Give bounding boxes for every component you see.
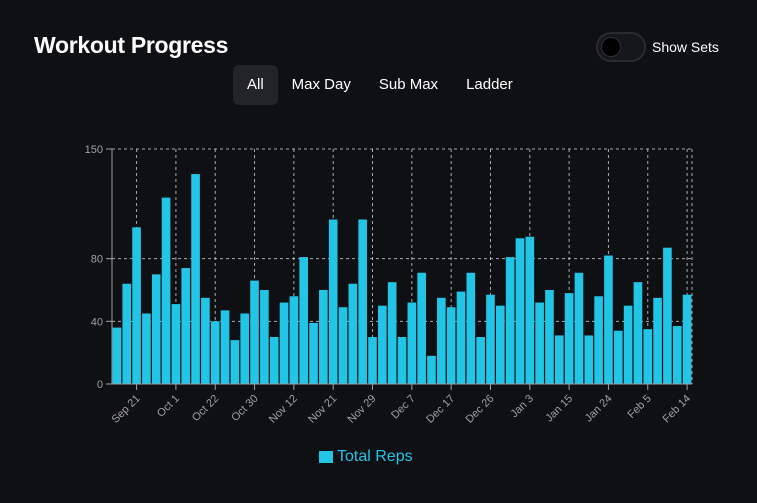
- x-tick-label: Jan 15: [543, 393, 575, 425]
- bar: [486, 294, 495, 384]
- bar: [505, 257, 515, 384]
- bar: [210, 321, 220, 384]
- bar: [122, 283, 132, 384]
- bar: [564, 293, 574, 384]
- bar: [466, 272, 476, 384]
- x-tick-label: Jan 3: [508, 393, 536, 421]
- chart-legend[interactable]: Total Reps: [319, 448, 413, 466]
- bar: [220, 310, 230, 384]
- bar: [328, 219, 338, 384]
- bar: [151, 274, 161, 384]
- bar: [348, 283, 358, 384]
- x-tick-label: Oct 30: [229, 393, 260, 424]
- bar: [495, 305, 505, 384]
- bar: [574, 272, 584, 384]
- bars: [112, 174, 692, 384]
- y-tick-label: 0: [97, 379, 103, 391]
- bar: [633, 282, 643, 384]
- bar: [653, 297, 662, 384]
- bar: [338, 307, 348, 384]
- bar: [378, 305, 387, 384]
- y-tick-label: 40: [91, 316, 103, 328]
- bar: [112, 327, 122, 384]
- bar: [397, 337, 407, 384]
- bar: [171, 304, 181, 384]
- bar: [299, 257, 309, 384]
- x-tick-label: Nov 29: [345, 393, 378, 426]
- bar: [437, 297, 446, 384]
- bar: [535, 302, 544, 384]
- total-reps-bar-chart: 04080150Sep 21 Oct 1 Oct 22 Oct 30 Nov 12 Nov…: [85, 144, 694, 426]
- x-tick-label: Sep 21: [110, 393, 143, 426]
- bar: [456, 291, 466, 384]
- bar: [407, 302, 417, 384]
- bar: [613, 330, 623, 384]
- x-tick-label: Nov 21: [306, 393, 339, 426]
- x-tick-label: Feb 5: [626, 393, 654, 421]
- legend-swatch: [319, 451, 333, 463]
- bar: [279, 302, 289, 384]
- bar: [191, 174, 200, 384]
- bar: [250, 280, 259, 384]
- bar: [604, 255, 613, 384]
- bar: [319, 290, 328, 384]
- bar: [269, 337, 279, 384]
- bar: [446, 307, 456, 384]
- legend-label: Total Reps: [337, 448, 413, 465]
- bar: [142, 313, 151, 384]
- bar: [672, 326, 682, 384]
- x-tick-label: Feb 14: [661, 393, 694, 426]
- bar: [387, 282, 397, 384]
- bar: [161, 197, 171, 384]
- bar: [427, 355, 436, 384]
- x-tick-label: Oct 1: [155, 393, 182, 420]
- bar: [554, 335, 564, 384]
- bar: [181, 268, 191, 384]
- bar: [260, 290, 269, 384]
- bar: [230, 340, 240, 384]
- bar: [623, 305, 633, 384]
- y-tick-label: 80: [91, 254, 103, 266]
- bar: [545, 290, 554, 384]
- bar: [201, 297, 210, 384]
- bar: [515, 238, 525, 384]
- bar: [525, 236, 535, 384]
- bar: [289, 296, 299, 384]
- bar: [643, 329, 653, 384]
- x-tick-label: Dec 17: [424, 393, 457, 426]
- bar: [682, 294, 692, 384]
- bar: [358, 219, 367, 384]
- x-tick-label: Nov 12: [267, 393, 300, 426]
- x-tick-label: Jan 24: [583, 393, 615, 425]
- x-tick-label: Oct 22: [190, 393, 221, 424]
- x-tick-label: Dec 7: [389, 393, 418, 422]
- bar: [368, 337, 377, 384]
- y-tick-label: 150: [85, 144, 103, 156]
- bar: [476, 337, 485, 384]
- x-tick-label: Dec 26: [463, 393, 496, 426]
- bar: [132, 227, 141, 384]
- bar: [584, 335, 594, 384]
- bar: [309, 322, 318, 384]
- bar: [417, 272, 426, 384]
- bar: [663, 247, 672, 384]
- bar: [594, 296, 603, 384]
- bar: [240, 313, 250, 384]
